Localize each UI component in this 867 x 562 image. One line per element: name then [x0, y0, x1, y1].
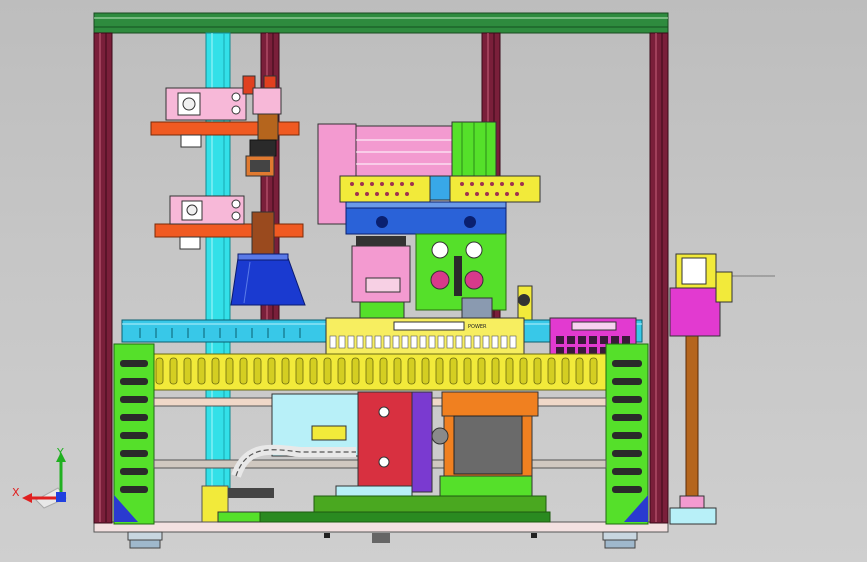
base-connector	[372, 533, 390, 543]
x-axis-label: X	[12, 486, 20, 499]
connector-strip-right	[449, 175, 541, 203]
purple-gearbox	[411, 391, 433, 493]
connector-bridge	[429, 175, 451, 201]
power-label: POWER	[468, 324, 487, 330]
external-sensor-module	[669, 253, 775, 525]
side-cage-right	[605, 343, 649, 525]
base-bolt	[324, 533, 330, 538]
base-plate	[93, 521, 669, 533]
small-drive-motor	[351, 236, 411, 319]
frame-top-beam	[93, 12, 669, 34]
z-axis-marker	[56, 492, 66, 502]
leveling-foot-left	[127, 531, 163, 549]
ring-light-shade	[230, 253, 306, 306]
y-axis-label: Y	[56, 446, 64, 459]
linear-slide-block	[345, 201, 507, 235]
power-terminal-panel: POWER	[325, 317, 525, 357]
slotted-comb-plate	[147, 353, 607, 391]
base-bolt	[531, 533, 537, 538]
cad-assembly-view: POWER Y X	[12, 12, 775, 549]
orange-spool-motor	[431, 391, 539, 497]
connector-strip-left	[339, 175, 431, 203]
frame-post-left	[93, 32, 113, 524]
frame-post-right	[649, 32, 669, 524]
coordinate-triad: Y X	[12, 446, 67, 509]
leveling-foot-right	[602, 531, 638, 549]
side-cage-left	[113, 343, 155, 525]
bottom-carriage-rail	[259, 511, 551, 523]
